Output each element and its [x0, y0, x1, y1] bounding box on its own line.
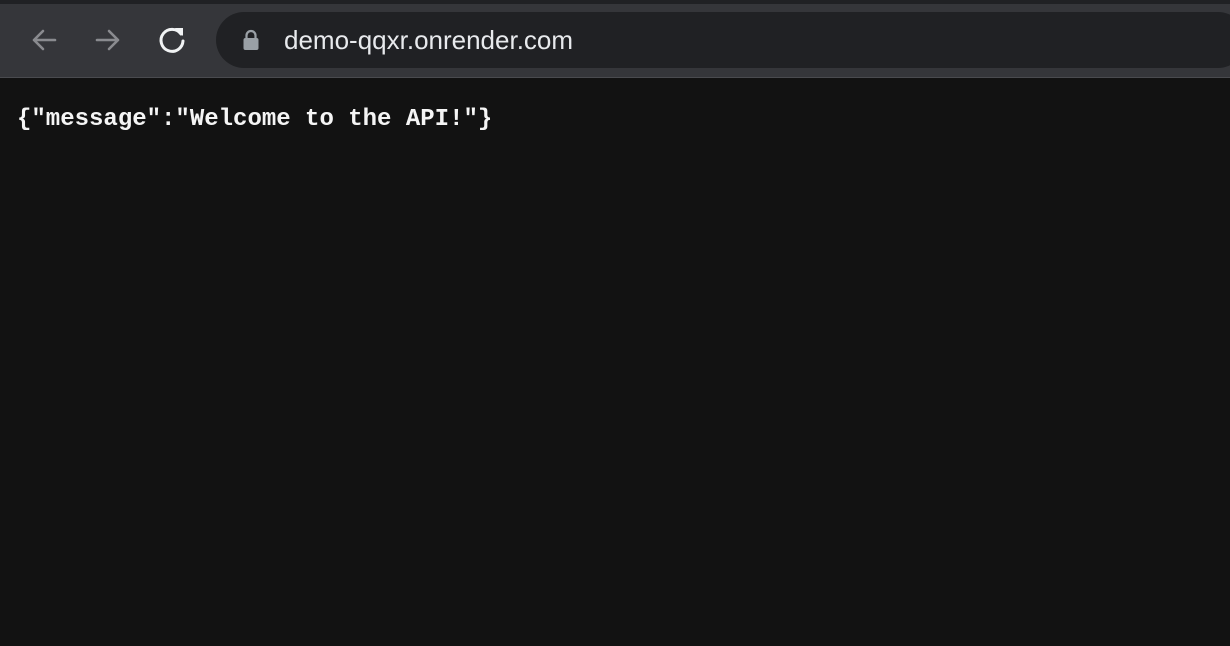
arrow-left-icon [32, 29, 57, 51]
lock-icon[interactable] [242, 29, 260, 51]
forward-button[interactable] [88, 20, 128, 60]
page-viewport: {"message":"Welcome to the API!"} [0, 79, 1230, 646]
address-bar[interactable]: demo-qqxr.onrender.com [216, 12, 1230, 68]
arrow-right-icon [95, 29, 120, 51]
browser-toolbar: demo-qqxr.onrender.com [0, 0, 1230, 78]
back-button[interactable] [24, 20, 64, 60]
url-text[interactable]: demo-qqxr.onrender.com [284, 24, 573, 56]
reload-icon [159, 27, 185, 53]
json-response-text: {"message":"Welcome to the API!"} [17, 106, 493, 133]
tab-strip-edge [0, 0, 1230, 4]
reload-button[interactable] [152, 20, 192, 60]
